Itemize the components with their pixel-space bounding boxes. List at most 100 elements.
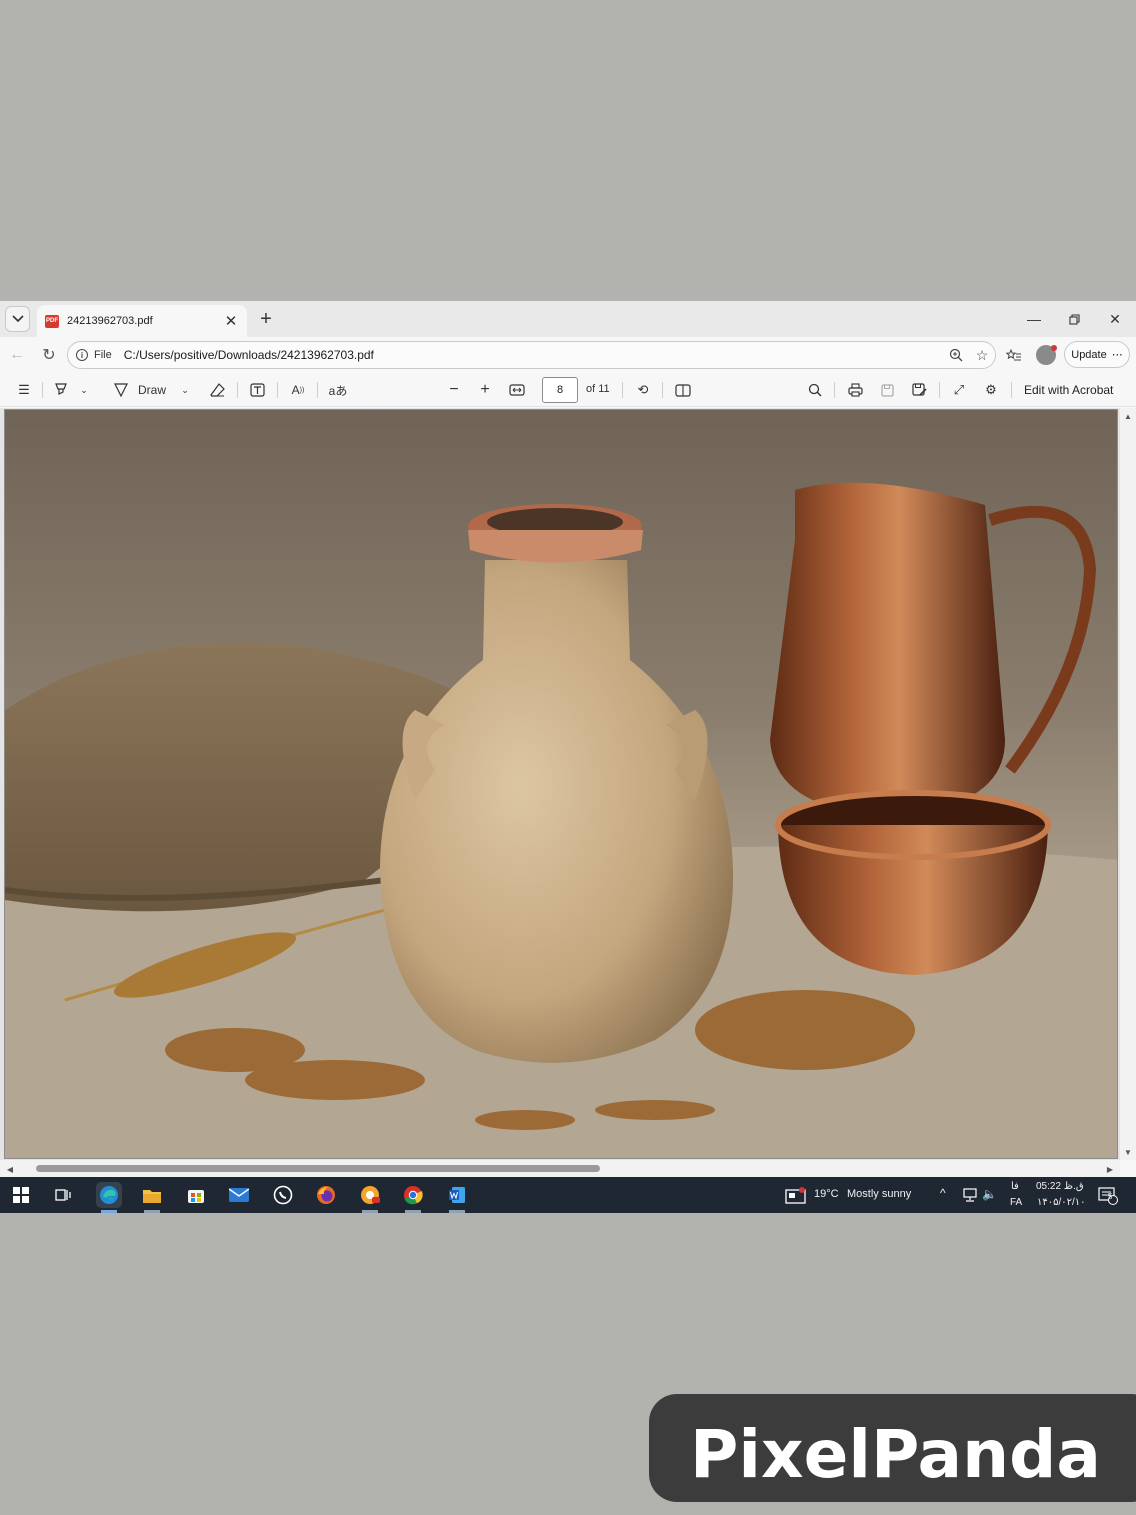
running-app-indicator <box>405 1210 421 1213</box>
weather-temperature[interactable]: 19°C <box>814 1188 839 1200</box>
translate-icon[interactable]: aあ <box>327 379 349 401</box>
minimize-button[interactable]: — <box>1024 309 1044 329</box>
tab-title: 24213962703.pdf <box>67 315 153 327</box>
file-explorer-icon[interactable] <box>139 1182 165 1208</box>
back-arrow-icon[interactable]: ← <box>7 345 27 365</box>
clock-date[interactable]: ۱۴۰۵/۰۲/۱۰ <box>1037 1197 1086 1208</box>
page-number-input[interactable]: 8 <box>542 377 578 403</box>
word-icon[interactable] <box>444 1182 470 1208</box>
draw-dropdown-chevron-icon[interactable]: ⌄ <box>179 379 191 401</box>
scroll-up-arrow-icon[interactable]: ▲ <box>1120 410 1136 422</box>
save-icon[interactable] <box>877 379 897 401</box>
refresh-icon[interactable]: ↻ <box>39 345 59 365</box>
update-button[interactable]: Update ⋯ <box>1064 341 1130 368</box>
url-scheme-label: File <box>94 349 112 361</box>
task-view-icon[interactable] <box>50 1182 76 1208</box>
draw-pen-icon[interactable] <box>112 379 130 401</box>
active-app-indicator <box>101 1210 117 1213</box>
messenger-app-icon[interactable] <box>357 1182 383 1208</box>
clock-time[interactable]: ق.ظ 05:22 <box>1036 1181 1084 1192</box>
highlight-dropdown-chevron-icon[interactable]: ⌄ <box>78 379 90 401</box>
running-app-indicator <box>362 1210 378 1213</box>
favorites-icon[interactable] <box>1003 345 1025 367</box>
close-window-button[interactable]: ✕ <box>1105 309 1125 329</box>
toolbar-divider <box>237 382 238 398</box>
toolbar-divider <box>662 382 663 398</box>
info-icon[interactable]: i <box>76 349 88 361</box>
edit-with-acrobat-button[interactable]: Edit with Acrobat <box>1024 383 1113 397</box>
draw-label[interactable]: Draw <box>138 379 166 401</box>
windows-start-icon[interactable] <box>8 1182 34 1208</box>
highlight-icon[interactable] <box>52 379 70 401</box>
page-view-icon[interactable] <box>672 379 694 401</box>
address-bar[interactable]: i File C:/Users/positive/Downloads/24213… <box>67 341 996 369</box>
whatsapp-icon[interactable] <box>270 1182 296 1208</box>
fit-page-icon[interactable] <box>507 379 527 401</box>
pdf-document-area[interactable] <box>0 408 1136 1160</box>
browser-window: PDF 24213962703.pdf ✕ + — ✕ ← ↻ i File C… <box>0 301 1136 1177</box>
toolbar-divider <box>42 382 43 398</box>
search-icon[interactable] <box>805 379 825 401</box>
table-of-contents-icon[interactable]: ☰ <box>14 379 34 401</box>
horizontal-scroll-thumb[interactable] <box>36 1165 600 1172</box>
settings-gear-icon[interactable]: ⚙ <box>981 379 1001 401</box>
horizontal-scrollbar[interactable]: ◀ ▶ <box>0 1160 1120 1177</box>
running-app-indicator <box>144 1210 160 1213</box>
profile-alert-dot <box>1051 345 1057 351</box>
more-options-icon[interactable]: ⋯ <box>1112 348 1123 361</box>
chrome-icon[interactable] <box>400 1182 426 1208</box>
tab-actions-menu-button[interactable] <box>5 306 30 332</box>
save-as-icon[interactable] <box>909 379 929 401</box>
restore-icon <box>1068 313 1080 325</box>
tab-active[interactable]: PDF 24213962703.pdf ✕ <box>37 305 247 337</box>
mail-icon[interactable] <box>226 1182 252 1208</box>
fullscreen-expand-icon[interactable]: ⤢ <box>949 379 969 401</box>
text-box-icon[interactable] <box>247 379 267 401</box>
new-tab-button[interactable]: + <box>254 307 278 331</box>
language-indicator-top[interactable]: فا <box>1011 1181 1019 1192</box>
toolbar-divider <box>622 382 623 398</box>
scroll-left-arrow-icon[interactable]: ◀ <box>2 1163 18 1175</box>
show-hidden-icons-chevron-icon[interactable]: ^ <box>940 1186 946 1200</box>
notification-count-badge: 5 <box>1108 1192 1113 1201</box>
toolbar-divider <box>834 382 835 398</box>
toolbar-divider <box>1011 382 1012 398</box>
microsoft-store-icon[interactable] <box>183 1182 209 1208</box>
volume-icon[interactable]: 🔈 <box>982 1187 997 1201</box>
pdf-toolbar: ☰ ⌄ Draw ⌄ A)) aあ − + 8 of 11 ⟲ ⤢ ⚙ Edit… <box>0 373 1136 407</box>
favorite-star-icon[interactable]: ☆ <box>969 344 995 366</box>
zoom-in-icon[interactable]: + <box>475 379 495 401</box>
watermark-text: PixelPanda <box>690 1416 1101 1493</box>
weather-news-icon[interactable] <box>783 1183 809 1209</box>
edge-browser-icon[interactable] <box>96 1182 122 1208</box>
eraser-icon[interactable] <box>207 379 227 401</box>
tab-strip: PDF 24213962703.pdf ✕ + — ✕ <box>0 301 1136 337</box>
scroll-right-arrow-icon[interactable]: ▶ <box>1102 1163 1118 1175</box>
toolbar-divider <box>939 382 940 398</box>
still-life-photo-illustration <box>5 482 1117 1158</box>
pdf-page-photo <box>4 409 1118 1159</box>
rotate-icon[interactable]: ⟲ <box>632 379 654 401</box>
update-label: Update <box>1071 348 1107 361</box>
zoom-icon[interactable] <box>943 344 969 366</box>
vertical-scrollbar[interactable]: ▲ ▼ <box>1120 408 1136 1160</box>
zoom-out-icon[interactable]: − <box>444 379 464 401</box>
pdf-file-icon: PDF <box>45 314 59 328</box>
scroll-down-arrow-icon[interactable]: ▼ <box>1120 1146 1136 1158</box>
running-app-indicator <box>449 1210 465 1213</box>
url-text[interactable]: C:/Users/positive/Downloads/24213962703.… <box>124 348 943 362</box>
toolbar-divider <box>317 382 318 398</box>
firefox-icon[interactable] <box>313 1182 339 1208</box>
chevron-down-icon <box>11 315 24 323</box>
network-icon[interactable] <box>957 1182 983 1208</box>
print-icon[interactable] <box>845 379 865 401</box>
address-bar-row: ← ↻ i File C:/Users/positive/Downloads/2… <box>0 337 1136 373</box>
weather-description[interactable]: Mostly sunny <box>847 1188 911 1200</box>
restore-button[interactable] <box>1064 309 1084 329</box>
tab-close-icon[interactable]: ✕ <box>223 312 239 330</box>
read-aloud-icon[interactable]: A)) <box>287 379 309 401</box>
page-total-label: of 11 <box>586 383 610 395</box>
language-indicator-bottom[interactable]: FA <box>1010 1197 1022 1208</box>
windows-taskbar: 19°C Mostly sunny ^ 🔈 فا FA ق.ظ 05:22 ۱۴… <box>0 1177 1136 1213</box>
toolbar-divider <box>277 382 278 398</box>
